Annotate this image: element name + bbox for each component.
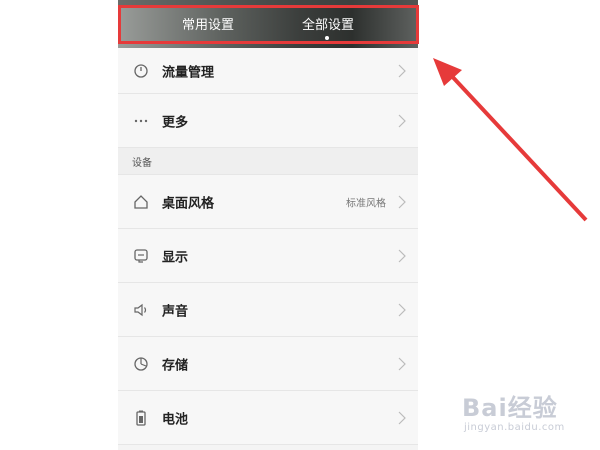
section-header-device: 设备 <box>118 148 418 175</box>
chevron-right-icon <box>398 114 406 128</box>
settings-item-label: 桌面风格 <box>162 196 215 211</box>
settings-item-label: 更多 <box>162 115 189 130</box>
settings-item-battery[interactable]: 电池 <box>118 391 418 445</box>
settings-item-label: 存储 <box>162 358 189 373</box>
traffic-icon <box>132 62 150 80</box>
more-dots-icon <box>132 112 150 130</box>
settings-item-label: 显示 <box>162 250 189 265</box>
settings-item-desktop-style[interactable]: 桌面风格 标准风格 <box>118 175 418 229</box>
arrow-head <box>433 58 462 86</box>
storage-icon <box>132 355 150 373</box>
chevron-right-icon <box>398 303 406 317</box>
section-title: 设备 <box>132 158 152 169</box>
watermark-logo: Bai经验 <box>462 394 558 422</box>
chevron-right-icon <box>398 195 406 209</box>
settings-item-label: 流量管理 <box>162 65 215 80</box>
settings-header: 常用设置 全部设置 <box>118 0 418 48</box>
home-icon <box>132 193 150 211</box>
chevron-right-icon <box>398 357 406 371</box>
watermark-url: jingyan.baidu.com <box>464 422 565 433</box>
chevron-right-icon <box>398 64 406 78</box>
settings-item-display[interactable]: 显示 <box>118 229 418 283</box>
settings-item-storage[interactable]: 存储 <box>118 337 418 391</box>
settings-item-label: 声音 <box>162 304 189 319</box>
settings-item-label: 电池 <box>162 412 189 427</box>
settings-screen: 常用设置 全部设置 流量管理 更多 设备 桌面风格 标准风格 显示 声音 存储 … <box>118 0 418 450</box>
display-icon <box>132 247 150 265</box>
chevron-right-icon <box>398 411 406 425</box>
active-tab-indicator <box>325 36 329 40</box>
tab-common-settings[interactable]: 常用设置 <box>158 17 258 37</box>
baidu-watermark: Bai经验 jingyan.baidu.com <box>452 384 592 444</box>
tab-all-settings[interactable]: 全部设置 <box>278 17 378 37</box>
settings-item-sound[interactable]: 声音 <box>118 283 418 337</box>
chevron-right-icon <box>398 249 406 263</box>
arrow-shaft <box>446 70 588 222</box>
status-bar <box>118 0 418 5</box>
settings-item-more[interactable]: 更多 <box>118 94 418 148</box>
settings-item-traffic[interactable]: 流量管理 <box>118 48 418 94</box>
settings-item-value: 标准风格 <box>346 198 386 209</box>
speaker-icon <box>132 301 150 319</box>
battery-icon <box>132 409 150 427</box>
